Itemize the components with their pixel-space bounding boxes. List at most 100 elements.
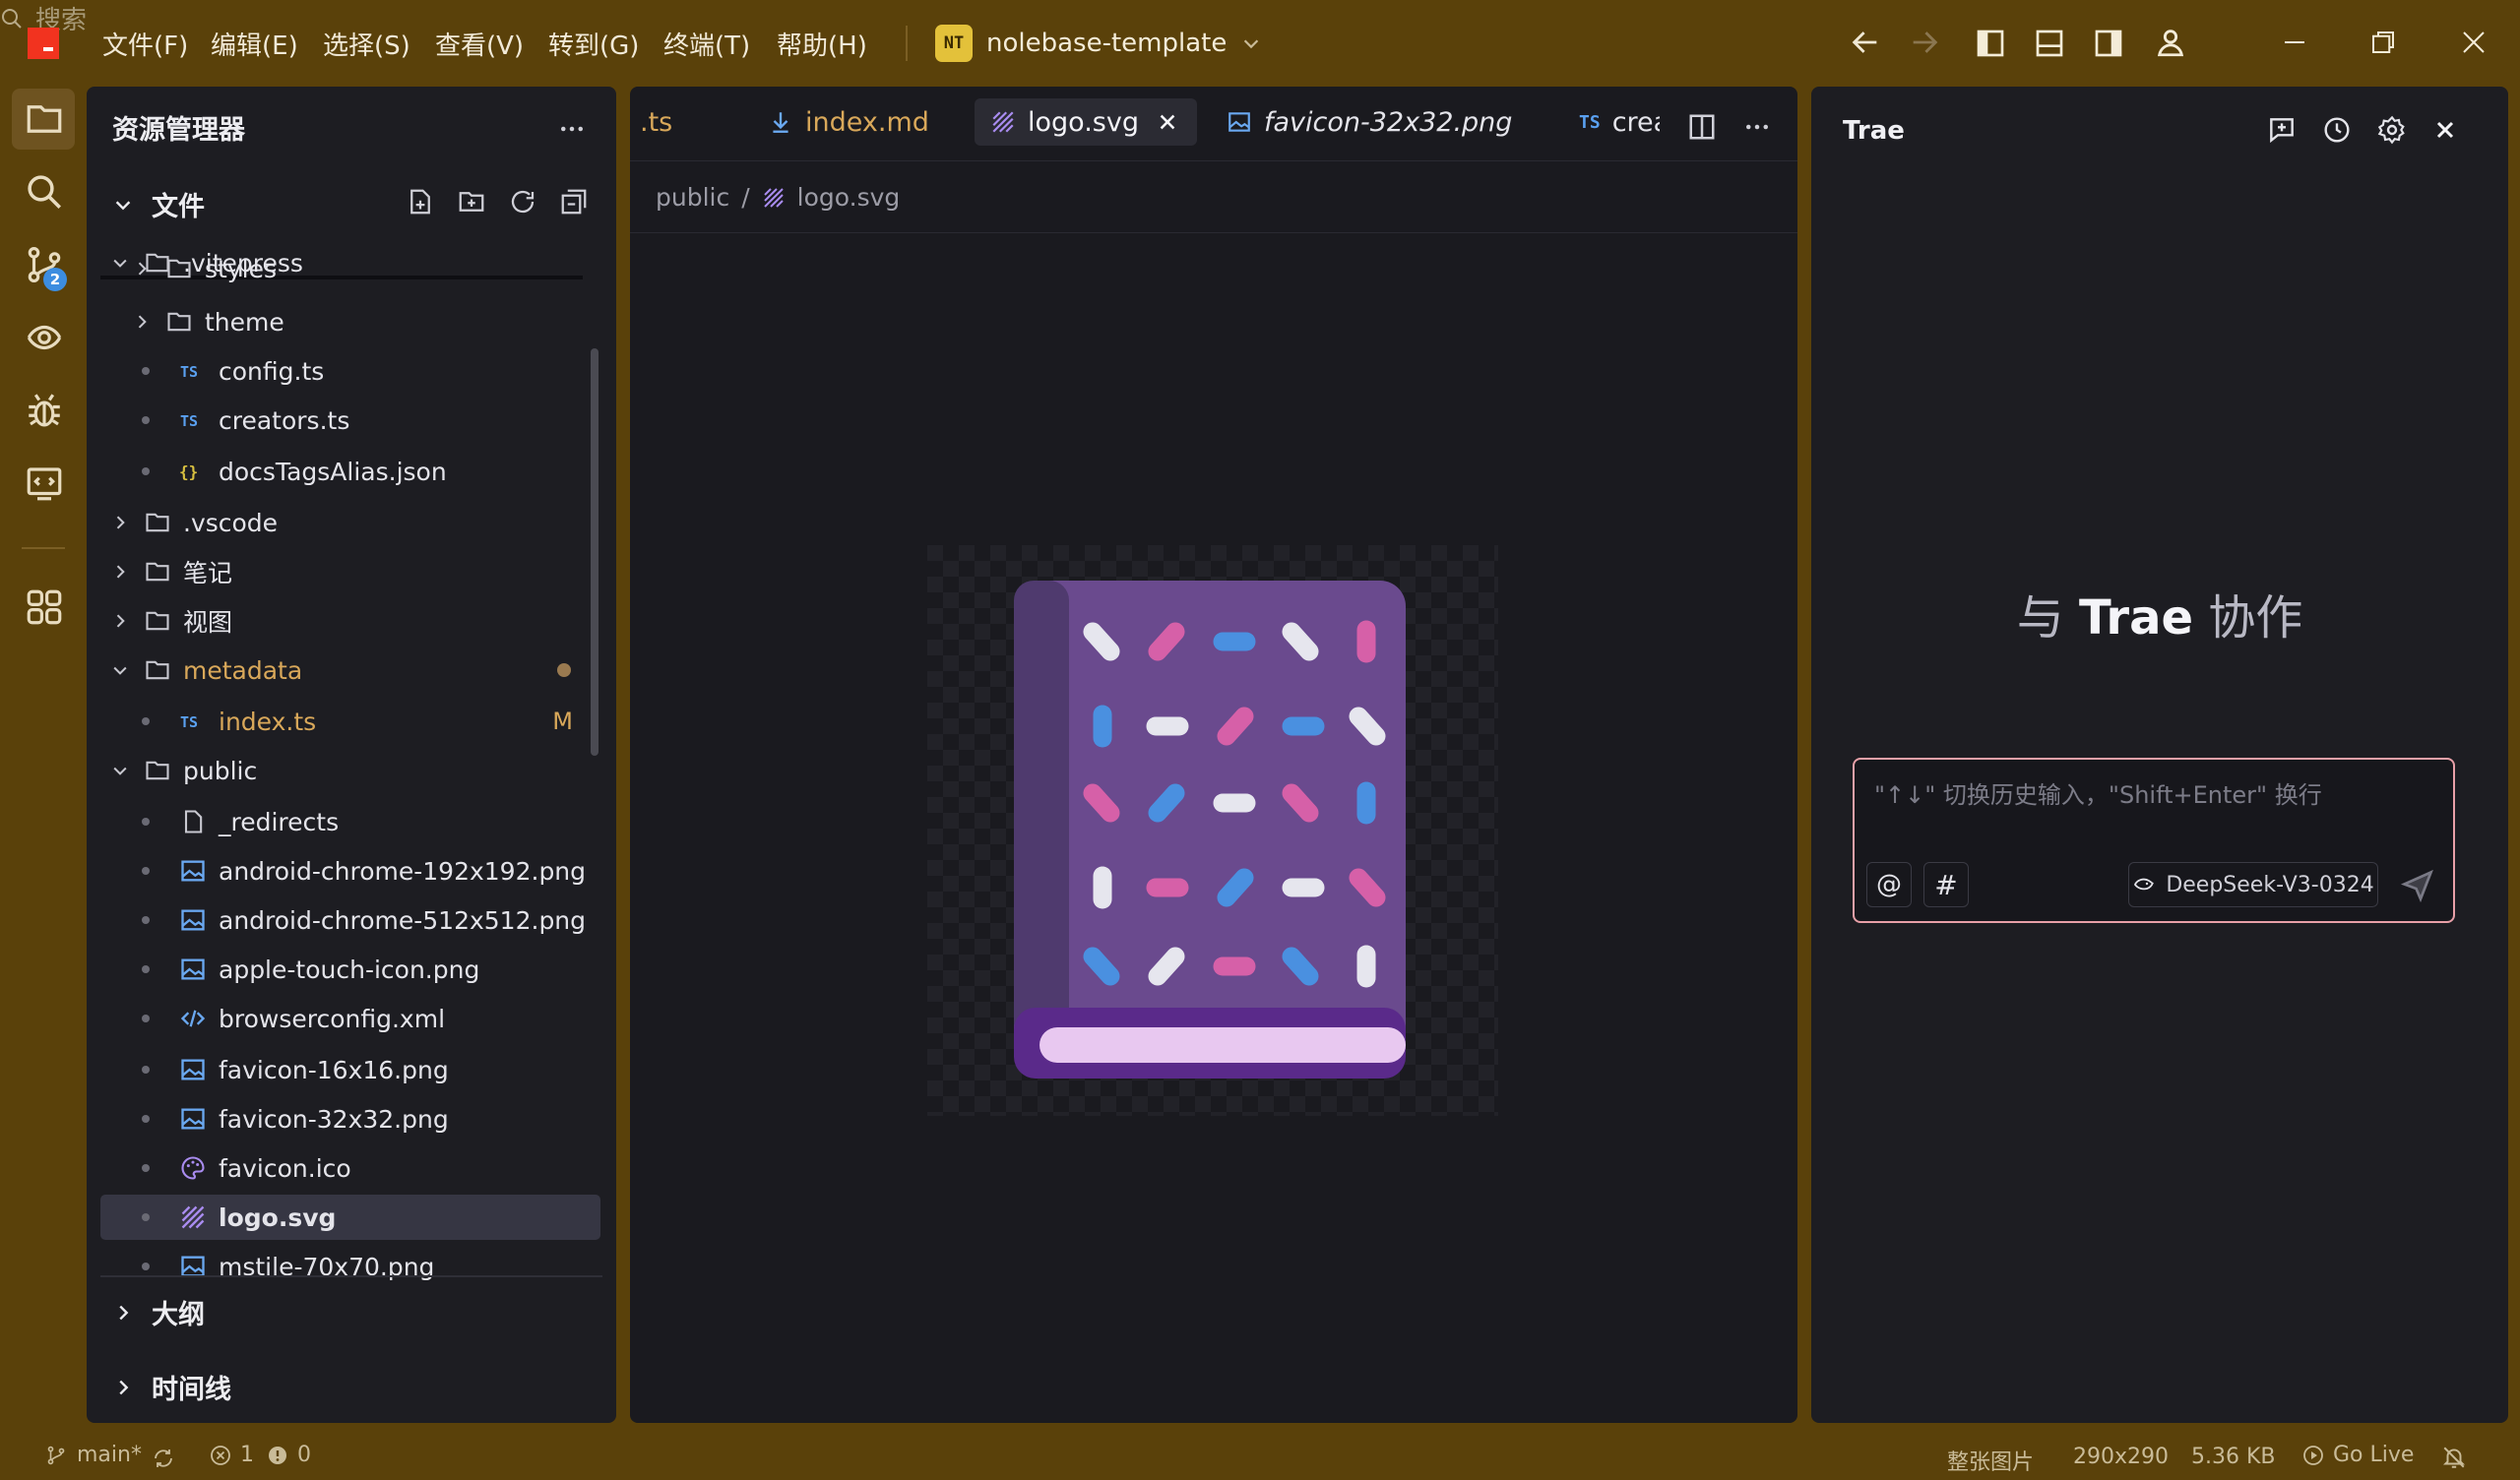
files-icon[interactable] <box>24 98 65 140</box>
image-preview[interactable] <box>927 545 1498 1116</box>
debug-icon[interactable] <box>24 390 65 431</box>
chevron-down-icon <box>112 194 134 216</box>
image-file-icon <box>179 1056 207 1083</box>
send-icon[interactable] <box>2400 868 2435 903</box>
collapse-all-icon[interactable] <box>559 187 589 216</box>
image-view-mode[interactable]: 整张图片 <box>1947 1445 2034 1476</box>
model-selector[interactable]: DeepSeek-V3-0324 <box>2128 862 2378 907</box>
tab-favicon-32[interactable]: favicon-32x32.png <box>1211 98 1528 146</box>
problems-indicator[interactable]: 1 0 <box>209 1443 311 1467</box>
chat-input-placeholder[interactable]: "↑↓" 切换历史输入，"Shift+Enter" 换行 <box>1874 775 2322 810</box>
tree-item-folder[interactable]: metadata <box>100 648 600 693</box>
image-dimensions: 290x290 <box>2073 1445 2170 1469</box>
extensions-icon[interactable] <box>24 586 65 628</box>
tree-item-folder[interactable]: theme <box>100 299 600 344</box>
account-icon[interactable] <box>2154 26 2187 59</box>
new-chat-icon[interactable] <box>2266 114 2298 146</box>
tree-item-label: logo.svg <box>219 1202 337 1232</box>
tree-item-image[interactable]: android-chrome-512x512.png <box>100 897 600 943</box>
tree-item-image[interactable]: favicon-32x32.png <box>100 1096 600 1141</box>
tree-item-label: index.ts <box>219 707 317 736</box>
tab-index-md[interactable]: index.md <box>752 98 945 146</box>
branch-indicator[interactable]: main* <box>45 1443 142 1467</box>
more-actions-icon[interactable] <box>557 114 587 144</box>
context-hash-button[interactable]: # <box>1923 862 1969 907</box>
history-icon[interactable] <box>2321 114 2353 146</box>
tab-ts-partial[interactable]: .ts <box>624 98 688 146</box>
toggle-primary-sidebar-icon[interactable] <box>1975 28 2006 59</box>
chat-input-box[interactable]: "↑↓" 切换历史输入，"Shift+Enter" 换行 @ # DeepSee… <box>1853 758 2455 923</box>
editor-more-icon[interactable] <box>1742 112 1772 142</box>
arrow-left-icon[interactable] <box>1849 26 1882 59</box>
tree-item-ts[interactable]: TS index.ts M <box>100 699 600 744</box>
settings-gear-icon[interactable] <box>2376 114 2408 146</box>
tree-item-file[interactable]: _redirects <box>100 799 600 844</box>
arrow-right-icon[interactable] <box>1908 26 1941 59</box>
mention-button[interactable]: @ <box>1866 862 1912 907</box>
breadcrumb-file[interactable]: logo.svg <box>797 183 901 212</box>
tree-item-image[interactable]: favicon-16x16.png <box>100 1047 600 1092</box>
close-tab-icon[interactable] <box>1157 111 1178 133</box>
menu-edit[interactable]: 编辑(E) <box>211 26 298 62</box>
tree-item-image[interactable]: mstile-70x70.png <box>100 1244 600 1289</box>
breadcrumb-folder[interactable]: public <box>656 183 729 212</box>
menu-goto[interactable]: 转到(G) <box>548 26 639 62</box>
timeline-section-header[interactable]: 时间线 <box>112 1368 231 1406</box>
new-folder-icon[interactable] <box>457 187 486 216</box>
tree-item-label: styles <box>205 254 277 283</box>
tab-creators-partial[interactable]: TS creat <box>1563 98 1660 146</box>
menu-help[interactable]: 帮助(H) <box>777 26 867 62</box>
tree-item-ts[interactable]: TS config.ts <box>100 348 600 394</box>
folder-icon <box>144 656 171 684</box>
tree-item-svg[interactable]: logo.svg <box>100 1195 600 1240</box>
remote-window-icon[interactable] <box>24 462 65 504</box>
tree-item-folder[interactable]: 笔记 <box>100 549 600 594</box>
refresh-icon[interactable] <box>508 187 537 216</box>
tree-item-ts[interactable]: TS creators.ts <box>100 398 600 443</box>
project-switcher[interactable]: NT nolebase-template <box>935 22 1262 65</box>
files-section-header[interactable]: 文件 <box>112 185 205 223</box>
remote-explorer-icon[interactable] <box>24 317 65 358</box>
tree-item-folder[interactable]: 视图 <box>100 598 600 644</box>
logo-svg-preview <box>927 545 1498 1116</box>
sync-icon[interactable] <box>152 1447 175 1470</box>
tree-item-xml[interactable]: browserconfig.xml <box>100 996 600 1041</box>
tab-logo-svg[interactable]: logo.svg <box>975 98 1197 146</box>
outline-section-header[interactable]: 大纲 <box>112 1293 205 1331</box>
menu-selection[interactable]: 选择(S) <box>323 26 410 62</box>
chevron-down-icon <box>110 761 130 780</box>
menu-terminal[interactable]: 终端(T) <box>663 26 750 62</box>
tree-item-label: creators.ts <box>219 405 350 435</box>
tree-item-folder[interactable]: .vscode <box>100 500 600 545</box>
go-live-button[interactable]: Go Live <box>2301 1443 2414 1467</box>
tree-item-json[interactable]: {} docsTagsAlias.json <box>100 449 600 494</box>
folder-icon <box>165 308 193 336</box>
tree-item-folder[interactable]: styles <box>100 254 600 283</box>
outline-section-label: 大纲 <box>152 1300 205 1330</box>
restore-icon[interactable] <box>2368 28 2398 57</box>
menu-file[interactable]: 文件(F) <box>102 26 188 62</box>
toggle-panel-icon[interactable] <box>2034 28 2065 59</box>
close-window-icon[interactable] <box>2459 28 2488 57</box>
search-icon[interactable] <box>24 171 65 213</box>
tree-item-image[interactable]: apple-touch-icon.png <box>100 947 600 992</box>
tree-item-folder[interactable]: public <box>100 748 600 793</box>
split-editor-icon[interactable] <box>1687 112 1717 142</box>
indent-dot <box>142 1115 150 1123</box>
toggle-secondary-sidebar-icon[interactable] <box>2093 28 2124 59</box>
tree-item-label: .vscode <box>183 508 279 537</box>
notifications-muted-icon[interactable] <box>2441 1445 2467 1470</box>
chevron-right-icon <box>132 259 152 278</box>
minimize-icon[interactable] <box>2280 28 2309 57</box>
indent-dot <box>142 867 150 875</box>
new-file-icon[interactable] <box>406 187 435 216</box>
close-panel-icon[interactable] <box>2433 118 2457 142</box>
indent-dot <box>142 367 150 375</box>
tree-item-image[interactable]: android-chrome-192x192.png <box>100 848 600 894</box>
indent-dot <box>142 818 150 826</box>
file-tree: .vitepress styles theme TS config.ts TS creato… <box>87 240 616 1362</box>
tree-item-ico[interactable]: favicon.ico <box>100 1145 600 1191</box>
menu-view[interactable]: 查看(V) <box>435 26 524 62</box>
section-divider <box>100 1275 602 1277</box>
chevron-down-icon <box>110 660 130 680</box>
